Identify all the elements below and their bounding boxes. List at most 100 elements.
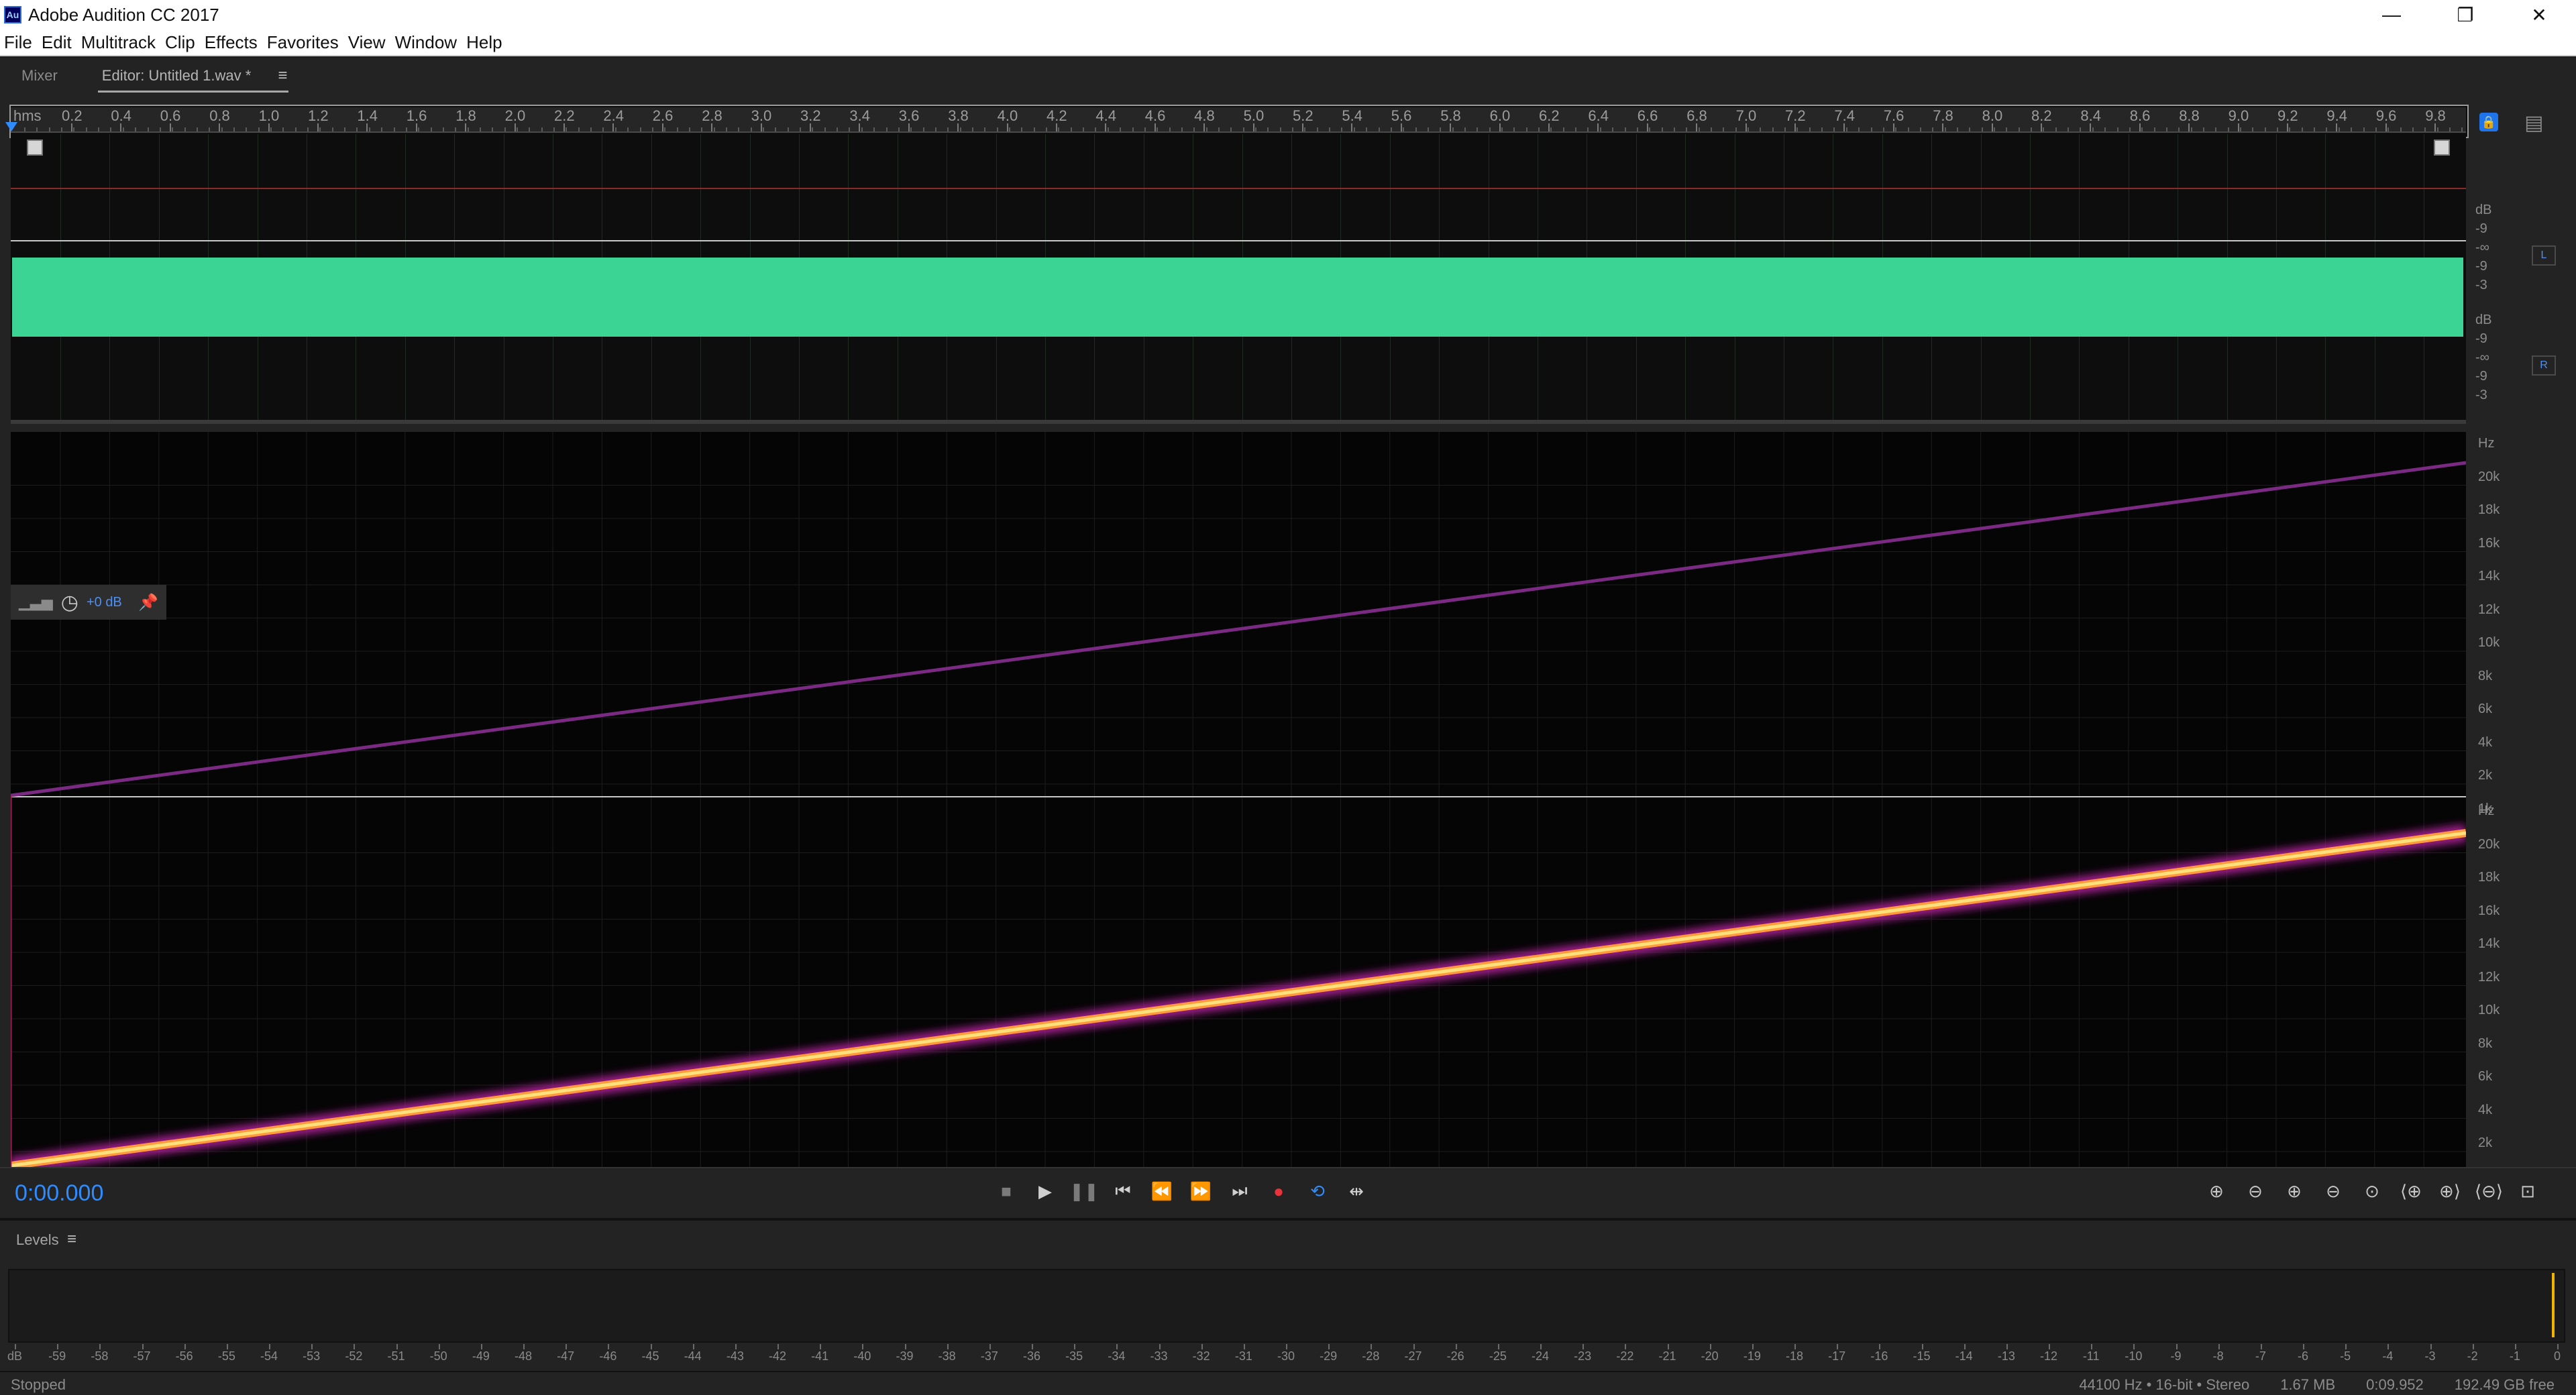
menu-edit[interactable]: Edit	[42, 32, 72, 53]
waveform-display[interactable]	[11, 134, 2466, 424]
ruler-tick-label: 0.4	[111, 107, 131, 124]
rewind-icon[interactable]: ⏪	[1151, 1178, 1173, 1205]
clip-volume-hud[interactable]: ▁▃▅ ◷ +0 dB 📌	[11, 585, 166, 620]
tab-mixer[interactable]: Mixer	[17, 62, 62, 90]
zoom-out-amplitude-icon[interactable]: ⊖	[2243, 1178, 2267, 1205]
zoom-in-amplitude-icon[interactable]: ⊕	[2204, 1178, 2229, 1205]
levels-scale-label: -38	[938, 1349, 956, 1363]
ruler-tick	[1745, 123, 1747, 131]
right-channel-waveform	[12, 258, 2463, 337]
skip-to-start-icon[interactable]: ⏮	[1112, 1178, 1134, 1205]
ruler-minor-tick	[2264, 127, 2266, 131]
menu-clip[interactable]: Clip	[165, 32, 195, 53]
ruler-minor-tick	[1157, 127, 1159, 131]
levels-scale-label: -55	[217, 1349, 235, 1363]
panel-menu-icon[interactable]: ≡	[278, 66, 287, 85]
fast-forward-icon[interactable]: ⏩	[1190, 1178, 1212, 1205]
hud-volume-value[interactable]: +0 dB	[87, 595, 122, 610]
ruler-minor-tick	[1944, 127, 1946, 131]
loop-icon[interactable]: ⟲	[1307, 1178, 1328, 1205]
zoom-in-left-icon[interactable]: ⟨⊕	[2399, 1178, 2423, 1205]
record-icon[interactable]: ●	[1268, 1178, 1289, 1205]
right-channel-toggle[interactable]: R	[2532, 355, 2556, 376]
menu-favorites[interactable]: Favorites	[267, 32, 339, 53]
stop-icon[interactable]: ■	[996, 1178, 1017, 1205]
close-button[interactable]: ✕	[2502, 0, 2576, 30]
ruler-minor-tick	[1009, 127, 1010, 131]
levels-title[interactable]: Levels	[16, 1231, 59, 1249]
hz-label: 6k	[2478, 1069, 2493, 1084]
ruler-tick	[859, 123, 861, 131]
restore-button[interactable]: ❐	[2428, 0, 2502, 30]
snap-lock-icon[interactable]: 🔒	[2479, 113, 2498, 131]
skip-to-end-icon[interactable]: ⏭	[1229, 1178, 1250, 1205]
minimize-button[interactable]: —	[2355, 0, 2428, 30]
skip-selection-icon[interactable]: ⇹	[1346, 1178, 1367, 1205]
ruler-tick-label: 8.0	[1982, 107, 2003, 124]
hz-label: 12k	[2478, 602, 2500, 617]
menu-bar: File Edit Multitrack Clip Effects Favori…	[0, 30, 2576, 56]
ruler-tick-label: 9.0	[2228, 107, 2249, 124]
levels-scale-label: -32	[1192, 1349, 1210, 1363]
ruler-tick-label: 6.6	[1637, 107, 1658, 124]
tab-editor[interactable]: Editor: Untitled 1.wav *	[97, 62, 288, 93]
ruler-tick	[366, 123, 368, 131]
levels-menu-icon[interactable]: ≡	[67, 1230, 76, 1249]
pause-icon[interactable]: ❚❚	[1069, 1178, 1099, 1205]
ruler-tick-label: 8.6	[2129, 107, 2151, 124]
ruler-minor-tick	[1390, 127, 1392, 131]
ruler-tick-label: 2.6	[652, 107, 674, 124]
time-ruler[interactable]: hms 0.2 0.4 0.6 0.8 1.0 1.2 1.4 1.6 1.8 2.0 2.2 2.4…	[11, 107, 2466, 133]
ruler-minor-tick	[1329, 127, 1331, 131]
channel-divider	[11, 240, 2466, 241]
menu-help[interactable]: Help	[466, 32, 502, 53]
ruler-tick	[2041, 123, 2042, 131]
levels-scale-label: -8	[2212, 1349, 2224, 1363]
levels-scale-tick	[1540, 1344, 1542, 1349]
menu-file[interactable]: File	[4, 32, 32, 53]
ruler-minor-tick	[2351, 127, 2353, 131]
ruler-minor-tick	[2461, 127, 2463, 131]
ruler-tick	[1006, 123, 1008, 131]
ruler-tick-label: 1.6	[406, 107, 427, 124]
menu-effects[interactable]: Effects	[205, 32, 258, 53]
levels-scale-label: -54	[260, 1349, 278, 1363]
display-options-icon[interactable]: ▤	[2524, 111, 2543, 135]
fade-in-handle[interactable]	[27, 140, 43, 156]
hz-label: 16k	[2478, 903, 2500, 918]
current-time-display[interactable]: 0:00.000	[15, 1180, 103, 1207]
spectral-frequency-display[interactable]	[11, 432, 2466, 1167]
menu-window[interactable]: Window	[395, 32, 457, 53]
ruler-tick-label: 1.2	[308, 107, 329, 124]
pin-icon[interactable]: 📌	[138, 593, 158, 612]
zoom-in-right-icon[interactable]: ⊕⟩	[2438, 1178, 2462, 1205]
ruler-minor-tick	[787, 127, 789, 131]
menu-multitrack[interactable]: Multitrack	[81, 32, 156, 53]
levels-scale-tick	[2218, 1344, 2220, 1349]
ruler-minor-tick	[2215, 127, 2217, 131]
hz-label: 18k	[2478, 870, 2500, 885]
zoom-out-full-icon[interactable]: ⟨⊖⟩	[2475, 1178, 2503, 1205]
left-channel-toggle[interactable]: L	[2532, 245, 2556, 266]
db-label: -9	[2475, 259, 2487, 274]
zoom-in-time-icon[interactable]: ⊕	[2282, 1178, 2306, 1205]
hz-label: 14k	[2478, 936, 2500, 951]
levels-scale-tick	[1286, 1344, 1287, 1349]
volume-knob-icon[interactable]: ◷	[61, 591, 78, 614]
ruler-minor-tick	[1230, 127, 1232, 131]
menu-view[interactable]: View	[348, 32, 386, 53]
ruler-minor-tick	[2153, 127, 2155, 131]
zoom-full-icon[interactable]: ⊙	[2360, 1178, 2384, 1205]
ruler-minor-tick	[2363, 127, 2365, 131]
zoom-selection-icon[interactable]: ⊡	[2516, 1178, 2540, 1205]
playhead[interactable]	[5, 122, 17, 131]
levels-scale-label: -1	[2509, 1349, 2520, 1363]
levels-scale-label: -28	[1362, 1349, 1380, 1363]
ruler-tick-label: 7.0	[1735, 107, 1757, 124]
zoom-out-time-icon[interactable]: ⊖	[2321, 1178, 2345, 1205]
ruler-minor-tick	[98, 127, 100, 131]
play-icon[interactable]: ▶	[1034, 1178, 1056, 1205]
ruler-minor-tick	[2165, 127, 2167, 131]
fade-out-handle[interactable]	[2434, 140, 2450, 156]
ruler-minor-tick	[922, 127, 924, 131]
